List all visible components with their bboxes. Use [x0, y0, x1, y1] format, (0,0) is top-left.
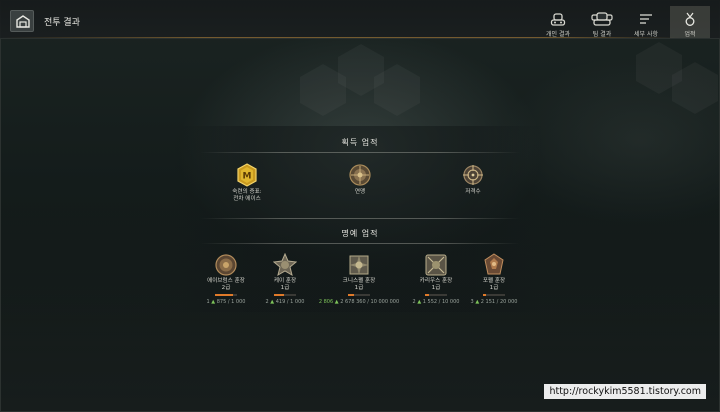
honor-progress-bar [215, 294, 237, 296]
achievement-brotherhood[interactable]: 연맹 [315, 163, 405, 196]
up-arrow-icon: ▲ [270, 299, 275, 305]
honor-popel[interactable]: 포펠 훈장 1급 3 ▲ 2 151 / 20 000 [449, 253, 539, 305]
honor-name: 포펠 훈장 [482, 278, 506, 284]
honor-grade: 1급 [489, 285, 499, 291]
honor-current: 419 [275, 299, 286, 305]
achievement-mastery-ace[interactable]: M 숙련의 증표: 전차 에이스 [202, 163, 292, 203]
svg-text:M: M [243, 172, 252, 182]
tab-team-result[interactable]: 팀 결과 [582, 10, 622, 38]
honor-step: 2 806 [318, 299, 334, 305]
achievement-label: 연맹 [354, 189, 366, 195]
tab-personal-result[interactable]: 개인 결과 [538, 10, 578, 38]
honor-progress-fill [483, 294, 486, 296]
kay-medal-icon [273, 253, 297, 277]
tank-icon [550, 13, 566, 26]
tab-label: 팀 결과 [592, 31, 612, 38]
honor-label: 포펠 훈장 1급 [449, 278, 539, 292]
honor-target: 1 000 [290, 299, 305, 305]
achievement-label: 숙련의 증표: 전차 에이스 [202, 189, 292, 203]
honor-progress-text: 3 ▲ 2 151 / 20 000 [470, 299, 518, 305]
honor-step: 2 [265, 299, 269, 305]
team-tanks-icon [591, 12, 613, 26]
sniper-medal-icon [463, 165, 483, 185]
brotherhood-medal-icon [349, 164, 371, 186]
honor-progress-bar [274, 294, 296, 296]
honor-current: 1 552 [422, 299, 438, 305]
honor-current: 2 678 360 [340, 299, 366, 305]
carius-medal-icon [425, 254, 447, 276]
earned-achievements-title: 획득 업적 [341, 138, 379, 147]
page-title: 전투 결과 [44, 18, 80, 28]
section-divider [200, 243, 520, 244]
honor-target: 20 000 [499, 299, 518, 305]
achievement-label: 저격수 [465, 189, 481, 195]
popel-medal-icon [484, 253, 504, 275]
honor-progress-fill [274, 294, 284, 296]
honor-step: 3 [470, 299, 474, 305]
mastery-ace-medal-icon: M [237, 163, 257, 187]
up-arrow-icon: ▲ [211, 299, 216, 305]
honor-step: 1 [206, 299, 210, 305]
honor-progress-fill [348, 294, 355, 296]
home-button[interactable] [10, 10, 34, 32]
details-list-icon [640, 14, 652, 24]
top-bar: 전투 결과 개인 결과 팀 결과 세부 사항 업적 [0, 0, 720, 39]
achievement-label-line2: 전차 에이스 [233, 196, 261, 202]
knispel-medal-icon [349, 255, 369, 275]
honor-progress-bar [483, 294, 505, 296]
honor-current: 2 151 [480, 299, 496, 305]
honor-progress-fill [425, 294, 429, 296]
honor-current: 875 [216, 299, 227, 305]
abrams-medal-icon [215, 254, 237, 276]
tab-label: 개인 결과 [546, 31, 570, 38]
tab-label: 업적 [684, 31, 696, 38]
tab-achievements[interactable]: 업적 [670, 6, 710, 38]
achievement-sniper[interactable]: 저격수 [428, 163, 518, 196]
tab-label: 세부 사항 [634, 31, 658, 38]
achievement-label-line1: 숙련의 증표: [232, 189, 262, 195]
honor-progress-fill [215, 294, 233, 296]
up-arrow-icon: ▲ [334, 299, 339, 305]
tab-details[interactable]: 세부 사항 [626, 10, 666, 38]
garage-icon [16, 15, 30, 28]
section-divider [200, 152, 520, 153]
honor-achievements-title: 명예 업적 [341, 229, 379, 238]
honor-step: 2 [412, 299, 416, 305]
watermark-url: http://rockykim5581.tistory.com [544, 384, 706, 399]
up-arrow-icon: ▲ [417, 299, 422, 305]
up-arrow-icon: ▲ [475, 299, 480, 305]
medal-icon [685, 12, 695, 26]
honor-progress-bar [348, 294, 370, 296]
top-bar-accent-line [0, 37, 680, 38]
section-divider [200, 218, 520, 219]
honor-progress-bar [425, 294, 447, 296]
